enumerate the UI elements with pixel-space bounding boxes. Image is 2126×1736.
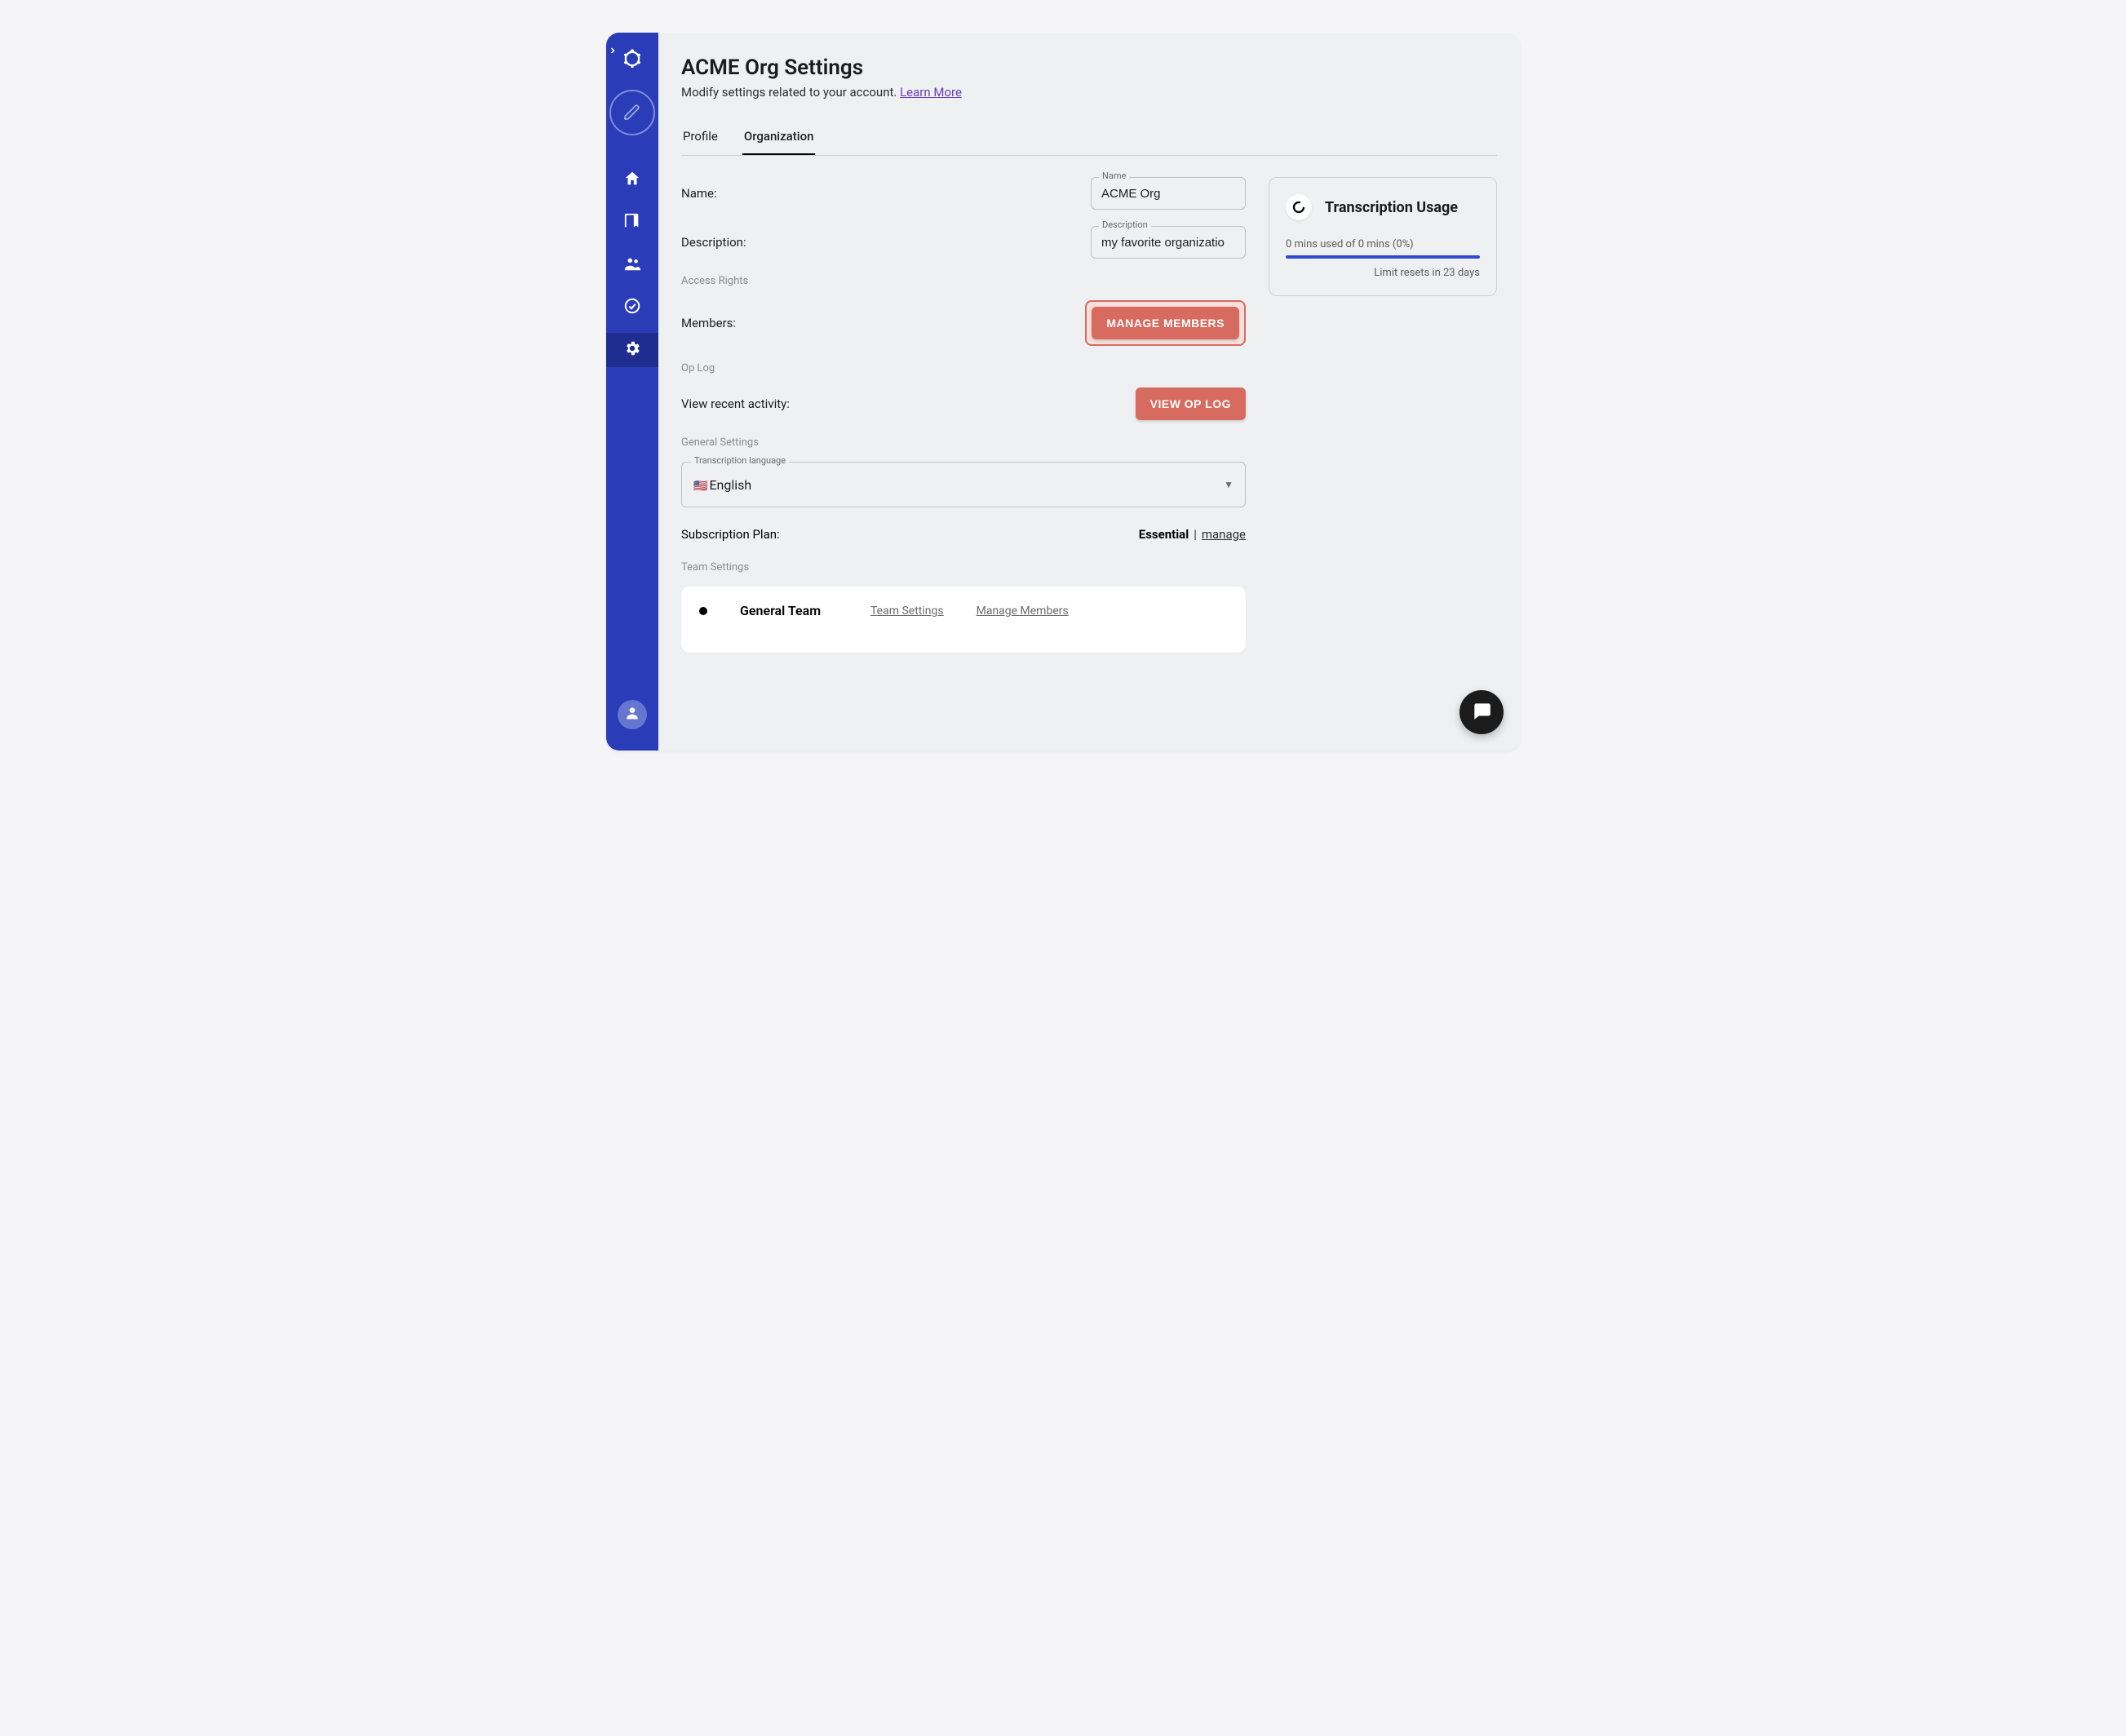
flag-icon: 🇺🇸 (693, 480, 707, 493)
user-avatar[interactable] (618, 700, 647, 729)
main-content: ACME Org Settings Modify settings relate… (658, 33, 1520, 751)
sidebar-expand-icon[interactable] (608, 46, 618, 59)
nav-home[interactable] (606, 163, 658, 197)
subscription-label: Subscription Plan: (681, 527, 780, 542)
team-manage-link[interactable]: Manage Members (977, 604, 1069, 618)
book-icon (623, 212, 641, 233)
app-logo[interactable] (621, 47, 644, 70)
chat-icon (1471, 700, 1492, 724)
team-name: General Team (740, 603, 838, 618)
usage-title: Transcription Usage (1325, 199, 1458, 216)
learn-more-link[interactable]: Learn More (900, 85, 962, 100)
general-section-heading: General Settings (681, 436, 1246, 449)
usage-icon (1286, 194, 1312, 220)
view-oplog-button[interactable]: VIEW OP LOG (1136, 388, 1246, 420)
name-input[interactable] (1091, 177, 1246, 210)
app-window: ACME Org Settings Modify settings relate… (606, 33, 1520, 751)
people-icon (623, 255, 641, 276)
desc-input-wrap: Description (1091, 226, 1246, 259)
teams-section-heading: Team Settings (681, 561, 1246, 574)
tab-profile[interactable]: Profile (681, 122, 720, 155)
nav-library[interactable] (606, 206, 658, 240)
language-select[interactable]: 🇺🇸English ▼ (681, 462, 1246, 507)
team-settings-link[interactable]: Team Settings (870, 604, 944, 618)
page-title: ACME Org Settings (681, 55, 1497, 80)
chevron-down-icon: ▼ (1224, 479, 1234, 490)
tabs: Profile Organization (681, 122, 1497, 156)
subscription-manage-link[interactable]: manage (1202, 527, 1246, 542)
usage-reset: Limit resets in 23 days (1286, 267, 1480, 279)
name-float-label: Name (1099, 170, 1129, 181)
gear-icon (623, 339, 641, 361)
subscription-plan: Essential (1139, 527, 1189, 542)
team-row: General Team Team Settings Manage Member… (699, 603, 1228, 618)
tab-organization[interactable]: Organization (742, 122, 816, 155)
language-value: English (709, 477, 751, 493)
oplog-label: View recent activity: (681, 396, 790, 411)
nav-tasks[interactable] (606, 290, 658, 325)
person-icon (624, 705, 640, 724)
access-section-heading: Access Rights (681, 275, 1246, 287)
manage-members-button[interactable]: MANAGE MEMBERS (1092, 307, 1239, 339)
usage-card: Transcription Usage 0 mins used of 0 min… (1269, 177, 1497, 296)
desc-label: Description: (681, 235, 746, 250)
nav-settings[interactable] (606, 333, 658, 367)
team-card: General Team Team Settings Manage Member… (681, 587, 1246, 653)
oplog-section-heading: Op Log (681, 362, 1246, 374)
team-status-dot (699, 607, 707, 615)
nav-team[interactable] (606, 248, 658, 282)
page-subtitle: Modify settings related to your account.… (681, 85, 1497, 100)
usage-text: 0 mins used of 0 mins (0%) (1286, 238, 1480, 250)
subscription-divider: | (1194, 527, 1197, 542)
edit-button[interactable] (609, 90, 655, 135)
members-label: Members: (681, 316, 736, 330)
language-select-wrap: Transcription language 🇺🇸English ▼ (681, 462, 1246, 507)
check-circle-icon (623, 297, 641, 318)
chat-button[interactable] (1459, 690, 1504, 734)
desc-input[interactable] (1091, 226, 1246, 259)
name-label: Name: (681, 186, 717, 201)
sidebar (606, 33, 658, 751)
name-input-wrap: Name (1091, 177, 1246, 210)
language-float-label: Transcription language (691, 455, 789, 466)
home-icon (623, 170, 641, 191)
desc-float-label: Description (1099, 219, 1151, 230)
manage-members-highlight: MANAGE MEMBERS (1085, 300, 1246, 346)
usage-progress-bar (1286, 255, 1480, 259)
